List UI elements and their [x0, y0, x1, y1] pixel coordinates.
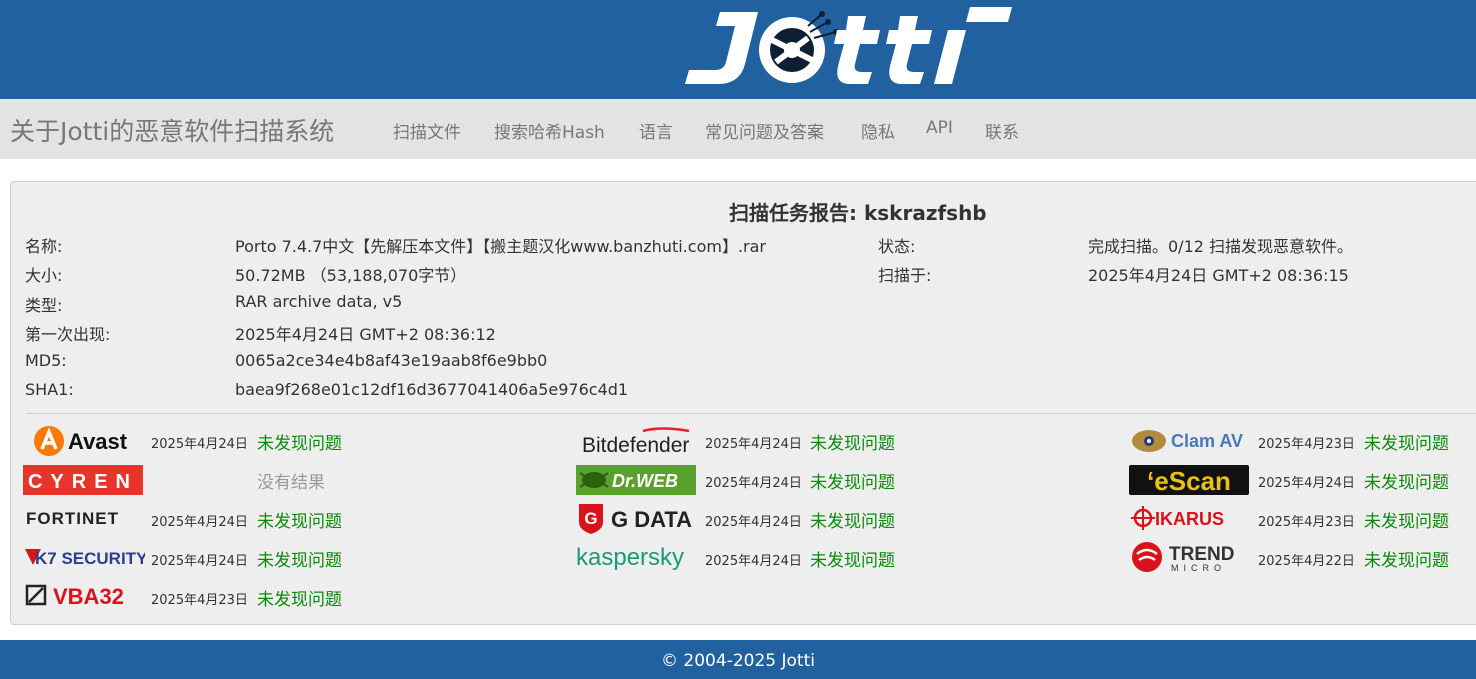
- svg-text:Bitdefender: Bitdefender: [582, 434, 689, 457]
- svg-text:FORTINET: FORTINET: [26, 509, 119, 528]
- scanned-at-label: 扫描于:: [878, 266, 932, 285]
- nav-faq[interactable]: 常见问题及答案: [705, 118, 824, 143]
- scanned-at-value: 2025年4月24日 GMT+2 08:36:15: [1088, 266, 1349, 285]
- name-label: 名称:: [25, 237, 63, 256]
- brand-link[interactable]: 关于Jotti的恶意软件扫描系统: [10, 112, 334, 148]
- svg-text:kaspersky: kaspersky: [576, 544, 684, 571]
- gdata-logo: G G DATA: [577, 502, 693, 538]
- site-header: [0, 0, 1476, 99]
- type-label: 类型:: [25, 296, 63, 315]
- scan-result: 未发现问题: [257, 590, 342, 610]
- scan-date: 2025年4月22日: [1258, 554, 1355, 569]
- vba32-logo: VBA32: [25, 583, 141, 613]
- first-seen-value: 2025年4月24日 GMT+2 08:36:12: [235, 325, 496, 344]
- scan-result: 未发现问题: [257, 434, 342, 454]
- svg-text:VBA32: VBA32: [53, 584, 124, 609]
- scan-result: 未发现问题: [1364, 512, 1449, 532]
- k7-security-logo: K7 SECURITY: [23, 545, 148, 573]
- nav-bar: 关于Jotti的恶意软件扫描系统 扫描文件 搜索哈希Hash 语言 常见问题及答…: [0, 99, 1476, 159]
- scan-result: 未发现问题: [810, 473, 895, 493]
- jotti-logo[interactable]: [680, 2, 1020, 96]
- scan-date: 2025年4月24日: [705, 515, 802, 530]
- scan-date: 2025年4月23日: [1258, 437, 1355, 452]
- scan-date: 2025年4月24日: [151, 515, 248, 530]
- svg-text:‘eScan: ‘eScan: [1147, 466, 1231, 495]
- svg-text:IKARUS: IKARUS: [1155, 509, 1224, 529]
- type-value: RAR archive data, v5: [235, 292, 403, 311]
- scan-result: 未发现问题: [810, 512, 895, 532]
- nav-search-hash[interactable]: 搜索哈希Hash: [494, 118, 605, 143]
- scan-date: 2025年4月24日: [705, 554, 802, 569]
- scan-date: 2025年4月24日: [151, 437, 248, 452]
- escan-logo: ‘eScan: [1129, 465, 1249, 499]
- nav-privacy[interactable]: 隐私: [861, 118, 895, 143]
- size-value: 50.72MB （53,188,070字节）: [235, 266, 467, 285]
- scan-result: 未发现问题: [1364, 551, 1449, 571]
- svg-text:G: G: [584, 509, 597, 528]
- svg-text:Clam AV: Clam AV: [1171, 431, 1243, 451]
- status-label: 状态:: [878, 237, 916, 256]
- nav-contact[interactable]: 联系: [985, 118, 1019, 143]
- svg-text:TREND: TREND: [1169, 544, 1234, 565]
- divider: [26, 413, 1476, 414]
- ikarus-logo: IKARUS: [1131, 506, 1247, 534]
- drweb-logo: Dr.WEB: [576, 465, 696, 499]
- kaspersky-logo: kaspersky: [575, 543, 699, 577]
- sha1-label: SHA1:: [25, 380, 74, 399]
- scan-result: 未发现问题: [257, 512, 342, 532]
- svg-text:G DATA: G DATA: [611, 507, 692, 532]
- trend-micro-logo: TREND MICRO: [1131, 540, 1247, 578]
- bitdefender-logo: Bitdefender: [581, 427, 693, 461]
- scan-date: 2025年4月23日: [151, 593, 248, 608]
- name-value: Porto 7.4.7中文【先解压本文件】【搬主题汉化www.banzhuti.…: [235, 237, 766, 256]
- scan-date: 2025年4月24日: [705, 476, 802, 491]
- md5-value: 0065a2ce34e4b8af43e19aab8f6e9bb0: [235, 351, 548, 370]
- scan-result: 没有结果: [257, 473, 325, 493]
- svg-text:Avast: Avast: [68, 429, 128, 454]
- report-title: 扫描任务报告: kskrazfshb: [729, 201, 987, 225]
- md5-label: MD5:: [25, 351, 67, 370]
- nav-language[interactable]: 语言: [639, 118, 673, 143]
- scan-result: 未发现问题: [1364, 434, 1449, 454]
- scan-date: 2025年4月23日: [1258, 515, 1355, 530]
- svg-text:CYREN: CYREN: [28, 471, 138, 493]
- jotti-logo-image: [685, 7, 1012, 84]
- scan-result: 未发现问题: [810, 434, 895, 454]
- scan-result: 未发现问题: [810, 551, 895, 571]
- sha1-value: baea9f268e01c12df16d3677041406a5e976c4d1: [235, 380, 629, 399]
- site-footer: © 2004-2025 Jotti: [0, 640, 1476, 679]
- svg-text:K7 SECURITY: K7 SECURITY: [35, 549, 145, 568]
- scan-date: 2025年4月24日: [1258, 476, 1355, 491]
- scan-date: 2025年4月24日: [705, 437, 802, 452]
- avast-logo: Avast: [33, 425, 133, 461]
- scan-result: 未发现问题: [257, 551, 342, 571]
- nav-api[interactable]: API: [926, 118, 953, 138]
- fortinet-logo: FORTINET: [25, 508, 141, 532]
- scan-result: 未发现问题: [1364, 473, 1449, 493]
- scan-report-panel: 扫描任务报告: kskrazfshb 名称: Porto 7.4.7中文【先解压…: [10, 181, 1476, 625]
- scan-date: 2025年4月24日: [151, 554, 248, 569]
- nav-scan-file[interactable]: 扫描文件: [393, 118, 461, 143]
- cyren-logo: CYREN: [23, 465, 143, 499]
- svg-text:MICRO: MICRO: [1171, 563, 1226, 573]
- copyright-text: © 2004-2025 Jotti: [661, 651, 815, 671]
- clamav-logo: Clam AV: [1131, 426, 1247, 460]
- status-value: 完成扫描。0/12 扫描发现恶意软件。: [1088, 237, 1354, 256]
- first-seen-label: 第一次出现:: [25, 325, 111, 344]
- svg-text:Dr.WEB: Dr.WEB: [612, 471, 678, 491]
- size-label: 大小:: [25, 266, 63, 285]
